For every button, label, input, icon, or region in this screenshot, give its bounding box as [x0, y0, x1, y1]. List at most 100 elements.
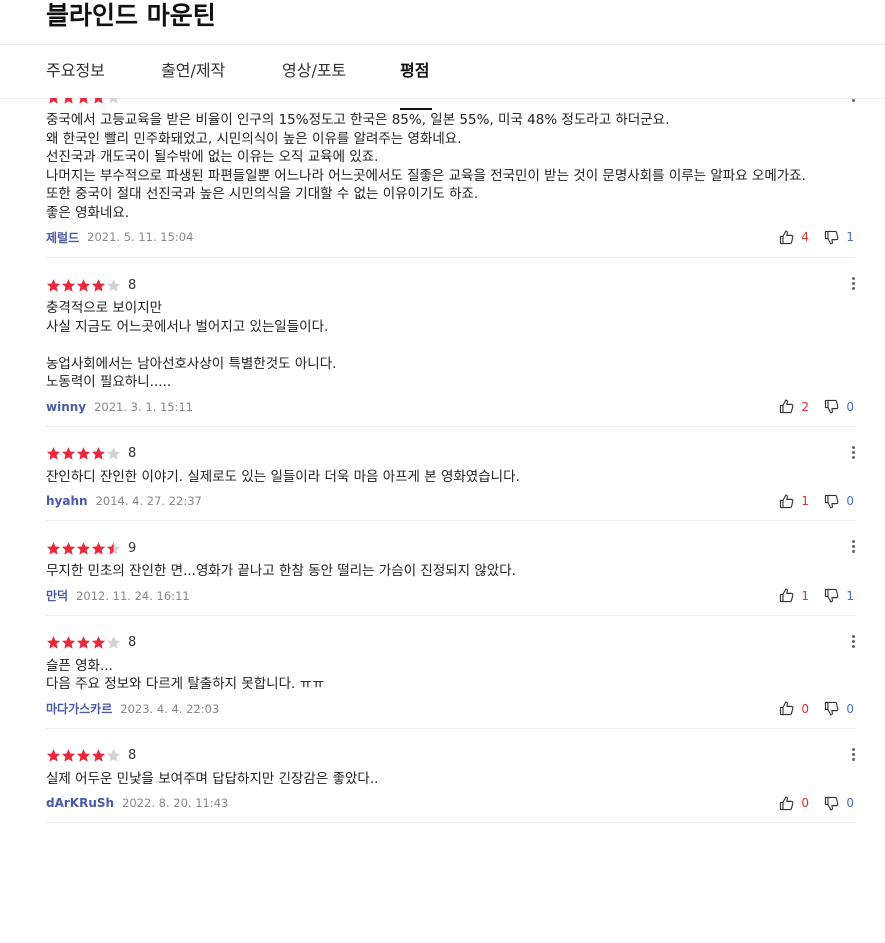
dislike-count: 0: [846, 796, 854, 810]
dislike-button[interactable]: 0: [823, 493, 854, 510]
review-item: 8 잔인하디 잔인한 이야기. 실제로도 있는 일들이라 더욱 마음 아프게 본 …: [46, 427, 856, 521]
review-author[interactable]: 제럴드: [46, 229, 79, 246]
star-rating: [46, 446, 121, 461]
like-button[interactable]: 2: [778, 398, 821, 415]
star-icon: [46, 541, 61, 556]
star-icon: [76, 748, 91, 763]
review-reactions: 20: [778, 398, 854, 415]
star-icon: [106, 446, 121, 461]
review-reactions: 00: [778, 795, 854, 812]
dislike-button[interactable]: 0: [823, 795, 854, 812]
thumb-up-icon: [778, 795, 795, 812]
review-reactions: 00: [778, 700, 854, 717]
more-vertical-icon[interactable]: [850, 540, 856, 556]
review-item: 8 슬픈 영화... 다음 주요 정보와 다르게 탈출하지 못합니다. ㅠㅠ 마다가…: [46, 616, 856, 729]
star-icon: [46, 278, 61, 293]
review-meta: winny 2021. 3. 1. 15:11 2 0: [46, 397, 856, 417]
star-icon: [46, 446, 61, 461]
tab-cast-crew[interactable]: 출연/제작: [161, 56, 282, 98]
star-icon: [76, 541, 91, 556]
dislike-count: 1: [846, 588, 854, 603]
review-content: 실제 어두운 민낯을 보여주며 답답하지만 긴장감은 좋았다..: [46, 770, 379, 787]
star-icon: [61, 278, 76, 293]
star-icon: [106, 541, 121, 556]
thumb-up-icon: [778, 229, 795, 246]
like-count: 2: [801, 399, 809, 414]
tab-main-info[interactable]: 주요정보: [46, 56, 161, 98]
tab-bar: 주요정보 출연/제작 영상/포토 평점: [46, 56, 433, 110]
review-author[interactable]: winny: [46, 400, 86, 414]
review-rating: 9: [46, 537, 856, 559]
star-icon: [46, 635, 61, 650]
review-score: 8: [128, 446, 137, 461]
review-meta: dArKRuSh 2022. 8. 20. 11:43 0 0: [46, 793, 856, 813]
page-title: 블라인드 마운틴: [46, 1, 216, 30]
star-icon: [91, 541, 106, 556]
review-date: 2022. 8. 20. 11:43: [122, 796, 229, 810]
like-count: 1: [801, 588, 809, 603]
review-rating: 8: [46, 274, 856, 296]
like-count: 4: [801, 230, 809, 244]
thumb-down-icon: [823, 398, 840, 415]
star-icon: [76, 446, 91, 461]
dislike-count: 0: [846, 494, 854, 508]
like-count: 0: [801, 796, 809, 810]
like-count: 1: [801, 494, 809, 508]
like-button[interactable]: 4: [778, 229, 821, 246]
review-date: 2014. 4. 27. 22:37: [95, 494, 202, 508]
review-author[interactable]: hyahn: [46, 494, 88, 508]
star-icon: [61, 541, 76, 556]
review-score: 9: [128, 540, 137, 556]
review-date: 2021. 3. 1. 15:11: [94, 399, 194, 414]
more-vertical-icon[interactable]: [850, 747, 856, 764]
more-vertical-icon[interactable]: [850, 445, 856, 462]
like-button[interactable]: 1: [778, 493, 821, 510]
review-reactions: 11: [778, 587, 854, 604]
star-rating: [46, 748, 121, 763]
like-button[interactable]: 1: [778, 587, 821, 604]
thumb-down-icon: [823, 229, 840, 246]
review-meta: hyahn 2014. 4. 27. 22:37 1 0: [46, 491, 856, 511]
header-divider: [0, 44, 885, 45]
star-icon: [61, 446, 76, 461]
review-reactions: 41: [778, 229, 854, 246]
dislike-button[interactable]: 0: [823, 700, 854, 717]
thumb-up-icon: [778, 493, 795, 510]
review-meta: 만덕 2012. 11. 24. 16:11 1 1: [46, 586, 856, 606]
review-item: 중국에서 고등교육을 받은 비율이 인구의 15%정도고 한국은 85%, 일본…: [46, 98, 856, 258]
thumb-up-icon: [778, 398, 795, 415]
like-button[interactable]: 0: [778, 795, 821, 812]
star-rating: [46, 278, 121, 293]
dislike-count: 0: [846, 701, 854, 716]
tab-ratings[interactable]: 평점: [400, 56, 433, 110]
review-date: 2023. 4. 4. 22:03: [120, 701, 220, 716]
dislike-button[interactable]: 1: [823, 229, 854, 246]
review-rating: 8: [46, 443, 856, 465]
thumb-down-icon: [823, 700, 840, 717]
more-vertical-icon[interactable]: [850, 277, 856, 293]
like-count: 0: [801, 701, 809, 716]
star-icon: [106, 748, 121, 763]
tab-video-photo[interactable]: 영상/포토: [282, 56, 400, 98]
more-vertical-icon[interactable]: [850, 634, 856, 651]
like-button[interactable]: 0: [778, 700, 821, 717]
review-meta: 제럴드 2021. 5. 11. 15:04 4 1: [46, 227, 856, 247]
more-vertical-icon[interactable]: [850, 98, 856, 105]
review-author[interactable]: 만덕: [46, 587, 68, 604]
star-icon: [61, 635, 76, 650]
dislike-count: 1: [846, 230, 854, 244]
thumb-up-icon: [778, 587, 795, 604]
review-score: 8: [128, 635, 137, 650]
star-icon: [91, 278, 106, 293]
dislike-button[interactable]: 0: [823, 398, 854, 415]
review-author[interactable]: 마다가스카르: [46, 700, 112, 717]
review-author[interactable]: dArKRuSh: [46, 796, 114, 810]
review-date: 2021. 5. 11. 15:04: [87, 230, 194, 244]
dislike-button[interactable]: 1: [823, 587, 854, 604]
star-icon: [76, 278, 91, 293]
star-icon: [46, 748, 61, 763]
review-meta: 마다가스카르 2023. 4. 4. 22:03 0 0: [46, 699, 856, 719]
review-content: 잔인하디 잔인한 이야기. 실제로도 있는 일들이라 더욱 마음 아프게 본 영…: [46, 468, 520, 485]
star-icon: [61, 748, 76, 763]
dislike-count: 0: [846, 399, 854, 414]
